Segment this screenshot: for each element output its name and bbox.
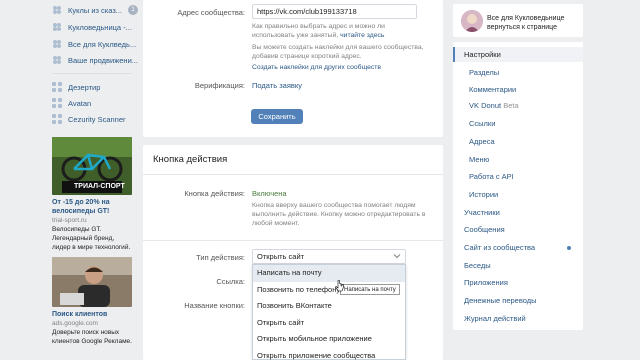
sidebar-item-group-4[interactable]: Ваше продвижени... [52,53,142,67]
button-name-label: Название кнопки: [184,301,245,310]
ad-title[interactable]: От -15 до 20% на велосипеды GT! [52,198,132,216]
sidebar-item-label: Ваше продвижени... [68,55,139,65]
ad-description: Доверьте поиск новых клиентов Google Рек… [52,329,132,345]
doll-icon [52,55,62,65]
beta-badge: Beta [503,101,519,110]
menu-sections[interactable]: Разделы [453,65,583,80]
app-grid-icon [52,114,62,124]
address-input[interactable]: https://vk.com/club199133718 [252,4,417,19]
option-tooltip: Написать на почту [340,284,400,295]
action-button-label: Кнопка действия: [184,189,245,198]
sticker-link[interactable]: Создать наклейки для других сообществ [252,63,432,72]
menu-addresses[interactable]: Адреса [453,134,583,149]
action-type-dropdown[interactable]: Написать на почту Позвонить по телефону … [252,264,406,360]
app-grid-icon [52,98,62,108]
menu-members[interactable]: Участники [453,205,583,220]
action-button-status[interactable]: Включена [252,189,287,198]
doll-icon [52,22,62,32]
action-type-select[interactable]: Открыть сайт [252,249,406,264]
menu-money-transfers[interactable]: Денежные переводы [453,293,583,308]
action-button-desc: Кнопка вверху вашего сообщества помогает… [252,202,426,227]
menu-comments[interactable]: Комментарии [453,82,583,97]
ad-domain: trial-sport.ru [52,217,87,224]
ad-title[interactable]: Поиск клиентов [52,310,132,319]
community-avatar [461,10,483,32]
address-hint: Как правильно выбрать адрес и можно ли и… [252,23,385,39]
menu-messages[interactable]: Сообщения [453,222,583,237]
option-open-site[interactable]: Открыть сайт [253,315,405,332]
mouse-cursor-icon [335,280,344,294]
verification-link[interactable]: Подать заявку [252,81,302,90]
save-button[interactable]: Сохранить [251,109,303,124]
sidebar-item-label: Cezurity Scanner [68,114,126,124]
menu-menu[interactable]: Меню [453,152,583,167]
chevron-down-icon [393,252,401,262]
doll-icon [52,39,62,49]
sticker-hint: Вы можете создать наклейки для вашего со… [252,44,424,60]
menu-api[interactable]: Работа с API [453,169,583,184]
sidebar-item-app-dezertir[interactable]: Дезертир [52,80,142,94]
sidebar-item-label: Дезертир [68,82,101,92]
menu-stories[interactable]: Истории [453,187,583,202]
option-mobile-app[interactable]: Открыть мобильное приложение [253,331,405,348]
verification-label: Верификация: [194,81,245,90]
sidebar-item-label: Все для Куклведь... [68,39,137,49]
menu-action-log[interactable]: Журнал действий [453,311,583,326]
ad-image-person[interactable] [52,257,132,307]
action-type-value: Открыть сайт [257,252,305,261]
unread-count-badge: 1 [128,5,138,15]
sidebar-item-group-1[interactable]: Куклы из сказ... 1 [52,3,142,17]
link-label: Ссылка: [216,277,245,286]
new-indicator-dot [567,246,571,250]
option-community-app[interactable]: Открыть приложение сообщества [253,348,405,360]
option-email[interactable]: Написать на почту [253,265,405,282]
ad-bike[interactable]: ТРИАЛ-СПОРТ От -15 до 20% на велосипеды … [52,137,132,252]
option-vk-call[interactable]: Позвонить ВКонтакте [253,298,405,315]
sidebar-item-app-cezurity[interactable]: Cezurity Scanner [52,112,142,126]
ad-domain: ads.google.com [52,320,98,327]
sidebar-item-label: Куклы из сказ... [68,5,123,15]
menu-vk-donut[interactable]: VK Donut Beta [453,98,583,113]
section-divider [143,174,443,175]
sidebar-item-app-avatan[interactable]: Avatan [52,96,142,110]
community-back-card[interactable]: Все для Кукловедьнице вернуться к страни… [453,4,583,37]
sidebar-item-label: Avatan [68,98,92,108]
menu-site-from-community[interactable]: Сайт из сообщества [453,240,583,255]
section-title: Кнопка действия [153,154,228,165]
app-grid-icon [52,82,62,92]
menu-apps[interactable]: Приложения [453,275,583,290]
divider [143,240,443,241]
ad-image-bicycle[interactable]: ТРИАЛ-СПОРТ [52,137,132,195]
ad-banner-text: ТРИАЛ-СПОРТ [74,183,125,190]
read-here-link[interactable]: читайте здесь [340,32,384,39]
ad-description: Велосипеды GT. Легендарный бренд, лидер … [52,226,131,251]
sidebar-item-label: Кукловедьница -... [68,22,132,32]
sidebar-item-group-3[interactable]: Все для Куклведь... [52,37,142,51]
ad-google[interactable]: Поиск клиентов ads.google.com Доверьте п… [52,257,132,346]
back-to-page-text[interactable]: Все для Кукловедьнице вернуться к страни… [487,14,579,32]
menu-chats[interactable]: Беседы [453,258,583,273]
menu-settings[interactable]: Настройки [453,47,583,62]
address-label: Адрес сообщества: [177,8,245,17]
action-type-label: Тип действия: [196,253,245,262]
sidebar-divider [52,73,132,74]
doll-icon [52,5,62,15]
menu-links[interactable]: Ссылки [453,116,583,131]
sidebar-item-group-2[interactable]: Кукловедьница -... [52,20,142,34]
